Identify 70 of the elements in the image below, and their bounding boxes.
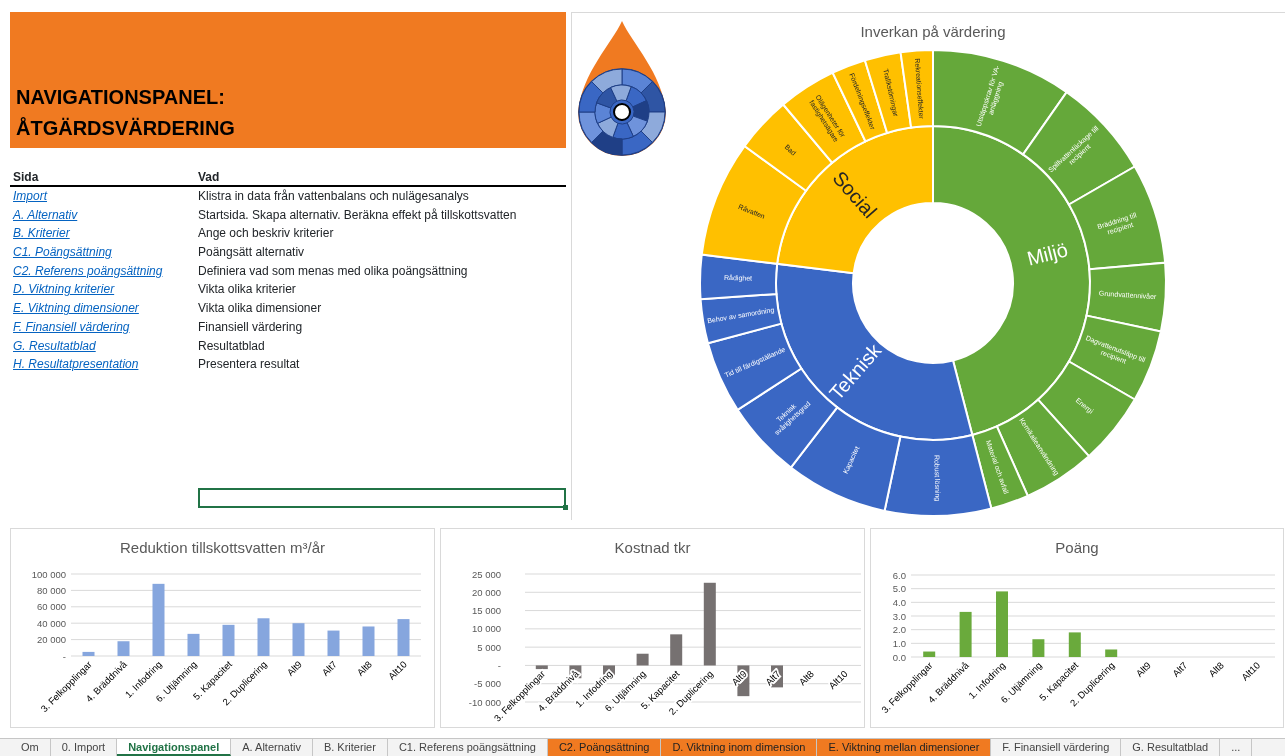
axis-label: Alt7 xyxy=(1170,659,1190,679)
description-cell: Presentera resultat xyxy=(198,357,300,372)
description-cell: Poängsätt alternativ xyxy=(198,245,305,260)
sheet-link[interactable]: Import xyxy=(13,189,47,203)
tick-label: 100 000 xyxy=(31,568,66,580)
tick-label: 80 000 xyxy=(36,584,66,596)
tick-label: -10 000 xyxy=(468,696,501,708)
sheet-link[interactable]: B. Kriterier xyxy=(13,226,70,241)
tick-label: - xyxy=(62,650,66,662)
tick-label: 40 000 xyxy=(36,617,66,629)
sheet-tab[interactable]: F. Finansiell värdering xyxy=(991,739,1122,756)
tick-label: 4.0 xyxy=(892,596,906,608)
tick-label: 60 000 xyxy=(36,601,66,613)
sheet-link[interactable]: C1. Poängsättning xyxy=(13,245,112,260)
description-cell: Startsida. Skapa alternativ. Beräkna effekt på tillskottsvatten xyxy=(198,207,517,222)
segment-label: Miljö xyxy=(1024,238,1071,270)
tick-label: 2.0 xyxy=(892,624,906,636)
column-header: Vad xyxy=(198,170,220,184)
description-cell: Vikta olika dimensioner xyxy=(198,301,322,316)
logo-icon xyxy=(578,21,666,156)
chart-title: Inverkan på värdering xyxy=(860,23,1006,40)
tick-label: 10 000 xyxy=(471,623,501,635)
chart-title: Poäng xyxy=(1055,539,1099,556)
axis-label: Alt9 xyxy=(284,658,304,678)
sheet-tab[interactable]: B. Kriterier xyxy=(312,739,388,756)
tick-label: 5 000 xyxy=(477,641,501,653)
tick-label: 1.0 xyxy=(892,637,906,649)
tick-label: 0.0 xyxy=(892,651,906,663)
sheet-tab[interactable]: D. Viktning inom dimension xyxy=(661,739,818,756)
sheet-link[interactable]: D. Viktning kriterier xyxy=(13,282,115,297)
description-cell: Ange och beskriv kriterier xyxy=(198,226,334,241)
chart-title: Reduktion tillskottsvatten m³/år xyxy=(119,539,326,556)
sheet-link[interactable]: G. Resultatblad xyxy=(13,338,96,353)
tick-label: -5 000 xyxy=(474,678,501,690)
sheet-link[interactable]: A. Alternativ xyxy=(13,207,78,222)
tick-label: 25 000 xyxy=(471,568,501,580)
description-cell: Definiera vad som menas med olika poängsättning xyxy=(198,263,468,278)
sheet-link[interactable]: C2. Referens poängsättning xyxy=(13,263,163,278)
axis-label: Alt8 xyxy=(796,668,816,688)
sheet-tab[interactable]: ... xyxy=(1220,739,1253,756)
description-cell: Klistra in data från vattenbalans och nulägesanalys xyxy=(198,189,469,203)
sheet-tab[interactable]: A. Alternativ xyxy=(231,739,313,756)
tick-label: - xyxy=(497,659,501,671)
tick-label: 20 000 xyxy=(471,586,501,598)
axis-label: Alt7 xyxy=(763,668,783,688)
sheet-link[interactable]: E. Viktning dimensioner xyxy=(13,301,139,316)
axis-label: Alt9 xyxy=(729,668,749,688)
chart-title: Kostnad tkr xyxy=(614,539,691,556)
column-header: Sida xyxy=(13,170,39,184)
sheet-link[interactable]: H. Resultatpresentation xyxy=(13,357,139,372)
tick-label: 3.0 xyxy=(892,610,906,622)
sheet-tab[interactable]: G. Resultatblad xyxy=(1121,739,1221,756)
description-cell: Finansiell värdering xyxy=(198,319,303,334)
description-cell: Resultatblad xyxy=(198,338,265,353)
description-cell: Vikta olika kriterier xyxy=(198,282,296,297)
axis-label: Alt7 xyxy=(319,658,339,678)
sheet-tab[interactable]: Om xyxy=(10,739,51,756)
tick-label: 5.0 xyxy=(892,583,906,595)
sheet-tab[interactable]: E. Viktning mellan dimensioner xyxy=(817,739,992,756)
tick-label: 6.0 xyxy=(892,569,906,581)
axis-label: Alt8 xyxy=(354,658,374,678)
axis-label: Alt9 xyxy=(1133,659,1153,679)
sheet-link[interactable]: F. Finansiell värdering xyxy=(13,319,130,334)
tick-label: 20 000 xyxy=(36,634,66,646)
sheet-tab[interactable]: Navigationspanel xyxy=(117,739,232,756)
page-title: NAVIGATIONSPANEL: ÅTGÄRDSVÄRDERING xyxy=(16,85,235,141)
tick-label: 15 000 xyxy=(471,605,501,617)
sheet-tab[interactable]: C2. Poängsättning xyxy=(547,739,662,756)
axis-label: Alt8 xyxy=(1206,659,1226,679)
sheet-tab[interactable]: C1. Referens poängsättning xyxy=(387,739,548,756)
